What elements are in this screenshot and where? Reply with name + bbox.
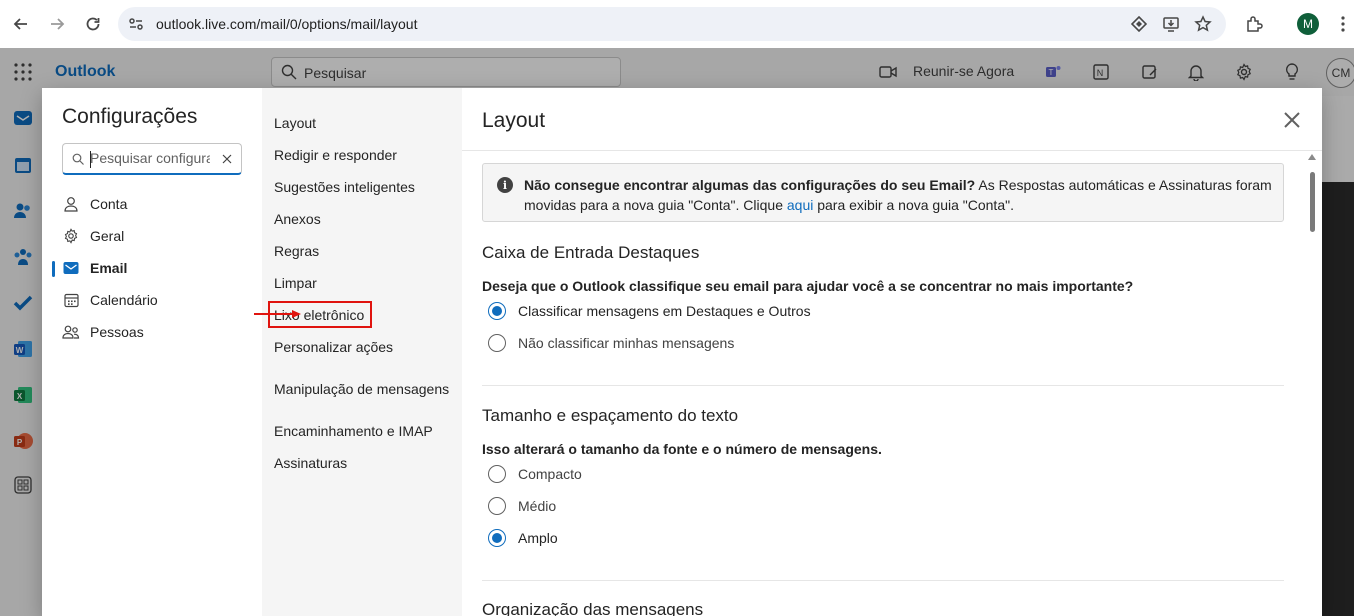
site-settings-icon[interactable] <box>128 16 144 37</box>
category-label: Conta <box>90 196 128 212</box>
search-icon <box>72 152 84 170</box>
browser-toolbar: outlook.live.com/mail/0/options/mail/lay… <box>0 0 1354 48</box>
category-email[interactable]: Email <box>62 256 242 280</box>
subsection-limpar[interactable]: Limpar <box>274 275 317 291</box>
radio-label: Médio <box>518 498 557 514</box>
info-icon: i <box>497 177 513 193</box>
scrollbar-thumb[interactable] <box>1310 172 1315 232</box>
reload-icon[interactable] <box>81 12 105 36</box>
aqui-link[interactable]: aqui <box>787 197 813 213</box>
settings-search-input[interactable] <box>90 150 210 166</box>
settings-categories: Configurações Conta Geral <box>42 88 262 616</box>
annotation-arrow-icon <box>254 310 301 318</box>
subsection-sugestoes-inteligentes[interactable]: Sugestões inteligentes <box>274 179 415 195</box>
category-pessoas[interactable]: Pessoas <box>62 320 242 344</box>
subsection-layout[interactable]: Layout <box>274 115 316 131</box>
gear-icon <box>62 227 80 245</box>
radio-no-sort[interactable]: Não classificar minhas mensagens <box>488 333 734 353</box>
subsection-redigir-responder[interactable]: Redigir e responder <box>274 147 397 163</box>
text-size-question: Isso alterará o tamanho da fonte e o núm… <box>482 441 882 457</box>
section-divider <box>482 385 1284 386</box>
subsection-assinaturas[interactable]: Assinaturas <box>274 455 347 471</box>
radio-medium[interactable]: Médio <box>488 496 556 516</box>
browser-profile-avatar[interactable]: M <box>1297 13 1319 35</box>
category-label: Email <box>90 260 128 276</box>
calendar-icon <box>62 291 80 309</box>
subsection-manipulacao-mensagens[interactable]: Manipulação de mensagens <box>274 381 449 397</box>
radio-button[interactable] <box>488 529 506 547</box>
category-conta[interactable]: Conta <box>62 192 242 216</box>
category-label: Pessoas <box>90 324 144 340</box>
active-category-indicator <box>52 261 55 277</box>
person-icon <box>62 195 80 213</box>
radio-focused-sort[interactable]: Classificar mensagens em Destaques e Out… <box>488 301 811 321</box>
email-subsections: Layout Redigir e responder Sugestões int… <box>262 88 462 616</box>
subsection-anexos[interactable]: Anexos <box>274 211 321 227</box>
extensions-puzzle-icon[interactable] <box>1242 12 1266 36</box>
radio-label: Amplo <box>518 530 558 546</box>
people-icon <box>62 323 80 341</box>
focused-inbox-title: Caixa de Entrada Destaques <box>482 243 700 262</box>
close-icon[interactable] <box>1280 108 1304 132</box>
category-label: Calendário <box>90 292 158 308</box>
text-caret <box>90 151 91 168</box>
bookmark-star-icon[interactable] <box>1191 12 1215 36</box>
forward-icon[interactable] <box>45 12 69 36</box>
radio-label: Não classificar minhas mensagens <box>518 335 735 351</box>
extension-diamond-icon[interactable] <box>1127 12 1151 36</box>
address-bar[interactable]: outlook.live.com/mail/0/options/mail/lay… <box>118 7 1226 41</box>
subsection-encaminhamento-imap[interactable]: Encaminhamento e IMAP <box>274 423 433 439</box>
back-icon[interactable] <box>9 12 33 36</box>
title-divider <box>462 150 1322 151</box>
settings-dialog: Configurações Conta Geral <box>42 88 1322 616</box>
info-banner-text: Não consegue encontrar algumas das confi… <box>524 177 1272 213</box>
subsection-regras[interactable]: Regras <box>274 243 319 259</box>
category-geral[interactable]: Geral <box>62 224 242 248</box>
section-divider <box>482 580 1284 581</box>
radio-compact[interactable]: Compacto <box>488 464 582 484</box>
info-banner: i Não consegue encontrar algumas das con… <box>482 163 1284 222</box>
category-calendario[interactable]: Calendário <box>62 288 242 312</box>
focused-inbox-question: Deseja que o Outlook classifique seu ema… <box>482 278 1134 294</box>
text-size-title: Tamanho e espaçamento do texto <box>482 406 739 425</box>
browser-menu-icon[interactable] <box>1331 12 1354 36</box>
settings-search-box[interactable] <box>62 143 242 175</box>
radio-button[interactable] <box>488 465 506 483</box>
radio-button[interactable] <box>488 497 506 515</box>
radio-large[interactable]: Amplo <box>488 528 558 548</box>
reading-pane-edge <box>1322 182 1354 616</box>
radio-label: Compacto <box>518 466 582 482</box>
radio-button[interactable] <box>488 302 506 320</box>
mail-icon <box>62 259 80 277</box>
organization-title: Organização das mensagens <box>482 600 704 616</box>
layout-settings-panel: Layout i Não consegue encontrar algumas … <box>462 88 1322 616</box>
subsection-personalizar-acoes[interactable]: Personalizar ações <box>274 339 393 355</box>
radio-button[interactable] <box>488 334 506 352</box>
scroll-up-icon[interactable] <box>1308 154 1316 160</box>
category-label: Geral <box>90 228 125 244</box>
panel-title: Layout <box>482 109 546 132</box>
settings-title: Configurações <box>62 105 198 128</box>
url-text[interactable]: outlook.live.com/mail/0/options/mail/lay… <box>156 16 417 32</box>
install-app-icon[interactable] <box>1159 12 1183 36</box>
clear-search-icon[interactable] <box>221 152 233 170</box>
radio-label: Classificar mensagens em Destaques e Out… <box>518 303 811 319</box>
